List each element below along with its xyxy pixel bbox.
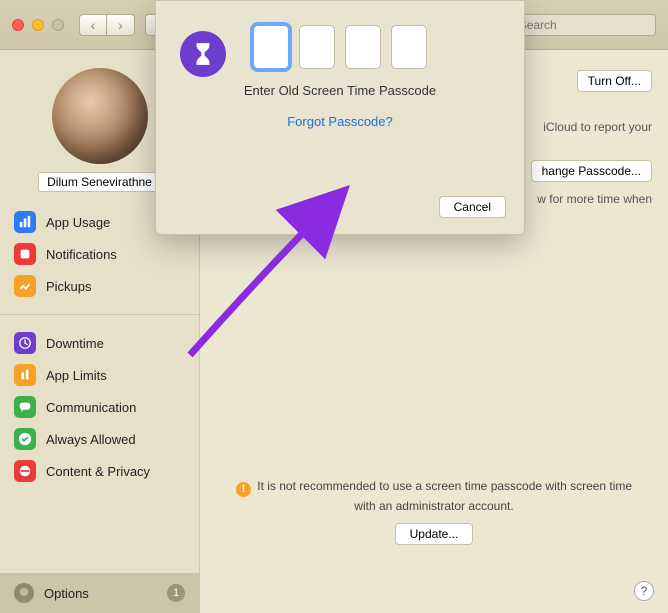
hourglass-icon: [180, 31, 226, 77]
options-badge: 1: [167, 584, 185, 602]
passcode-digit-1[interactable]: [253, 25, 289, 69]
avatar: [52, 68, 148, 164]
content-privacy-icon: [14, 460, 36, 482]
gear-icon: [14, 583, 34, 603]
close-window-button[interactable]: [12, 19, 24, 31]
change-passcode-button[interactable]: hange Passcode...: [531, 160, 652, 182]
sidebar-item-label: Pickups: [46, 279, 92, 294]
help-button[interactable]: ?: [634, 581, 654, 601]
sidebar-item-content-privacy[interactable]: Content & Privacy: [0, 455, 199, 487]
passcode-digit-2[interactable]: [299, 25, 335, 69]
traffic-lights: [12, 19, 64, 31]
sidebar-item-label: Communication: [46, 400, 136, 415]
sidebar-item-pickups[interactable]: Pickups: [0, 270, 199, 302]
passcode-sheet: Enter Old Screen Time Passcode Forgot Pa…: [155, 0, 525, 235]
turn-off-button[interactable]: Turn Off...: [577, 70, 652, 92]
more-time-desc: w for more time when: [512, 192, 652, 206]
app-usage-icon: [14, 211, 36, 233]
passcode-prompt: Enter Old Screen Time Passcode: [172, 83, 508, 98]
sidebar-item-label: Content & Privacy: [46, 464, 150, 479]
sidebar-item-always-allowed[interactable]: Always Allowed: [0, 423, 199, 455]
maximize-window-button: [52, 19, 64, 31]
sidebar-item-label: Notifications: [46, 247, 117, 262]
sidebar-item-label: Always Allowed: [46, 432, 136, 447]
user-name[interactable]: Dilum Senevirathne: [38, 172, 161, 192]
sidebar-item-label: App Usage: [46, 215, 110, 230]
update-button[interactable]: Update...: [395, 523, 474, 545]
communication-icon: [14, 396, 36, 418]
warning-icon: !: [236, 482, 251, 497]
cancel-button[interactable]: Cancel: [439, 196, 506, 218]
report-desc: iCloud to report your: [512, 120, 652, 134]
sidebar-item-downtime[interactable]: Downtime: [0, 327, 199, 359]
nav-buttons: ‹ ›: [79, 14, 135, 36]
warning-label: It is not recommended to use a screen ti…: [257, 479, 632, 513]
pickups-icon: [14, 275, 36, 297]
downtime-icon: [14, 332, 36, 354]
forward-button[interactable]: ›: [107, 14, 135, 36]
passcode-digit-4[interactable]: [391, 25, 427, 69]
forgot-passcode-link[interactable]: Forgot Passcode?: [172, 114, 508, 129]
search-input[interactable]: [519, 18, 649, 32]
notifications-icon: [14, 243, 36, 265]
sidebar-item-communication[interactable]: Communication: [0, 391, 199, 423]
back-button[interactable]: ‹: [79, 14, 107, 36]
passcode-digit-3[interactable]: [345, 25, 381, 69]
sidebar-item-notifications[interactable]: Notifications: [0, 238, 199, 270]
sidebar-item-options[interactable]: Options 1: [0, 573, 199, 613]
sidebar-item-label: App Limits: [46, 368, 107, 383]
always-allowed-icon: [14, 428, 36, 450]
warning-text: ! It is not recommended to use a screen …: [234, 477, 634, 545]
minimize-window-button[interactable]: [32, 19, 44, 31]
app-limits-icon: [14, 364, 36, 386]
sidebar-item-app-limits[interactable]: App Limits: [0, 359, 199, 391]
sidebar-item-label: Downtime: [46, 336, 104, 351]
sidebar-item-label: Options: [44, 586, 89, 601]
